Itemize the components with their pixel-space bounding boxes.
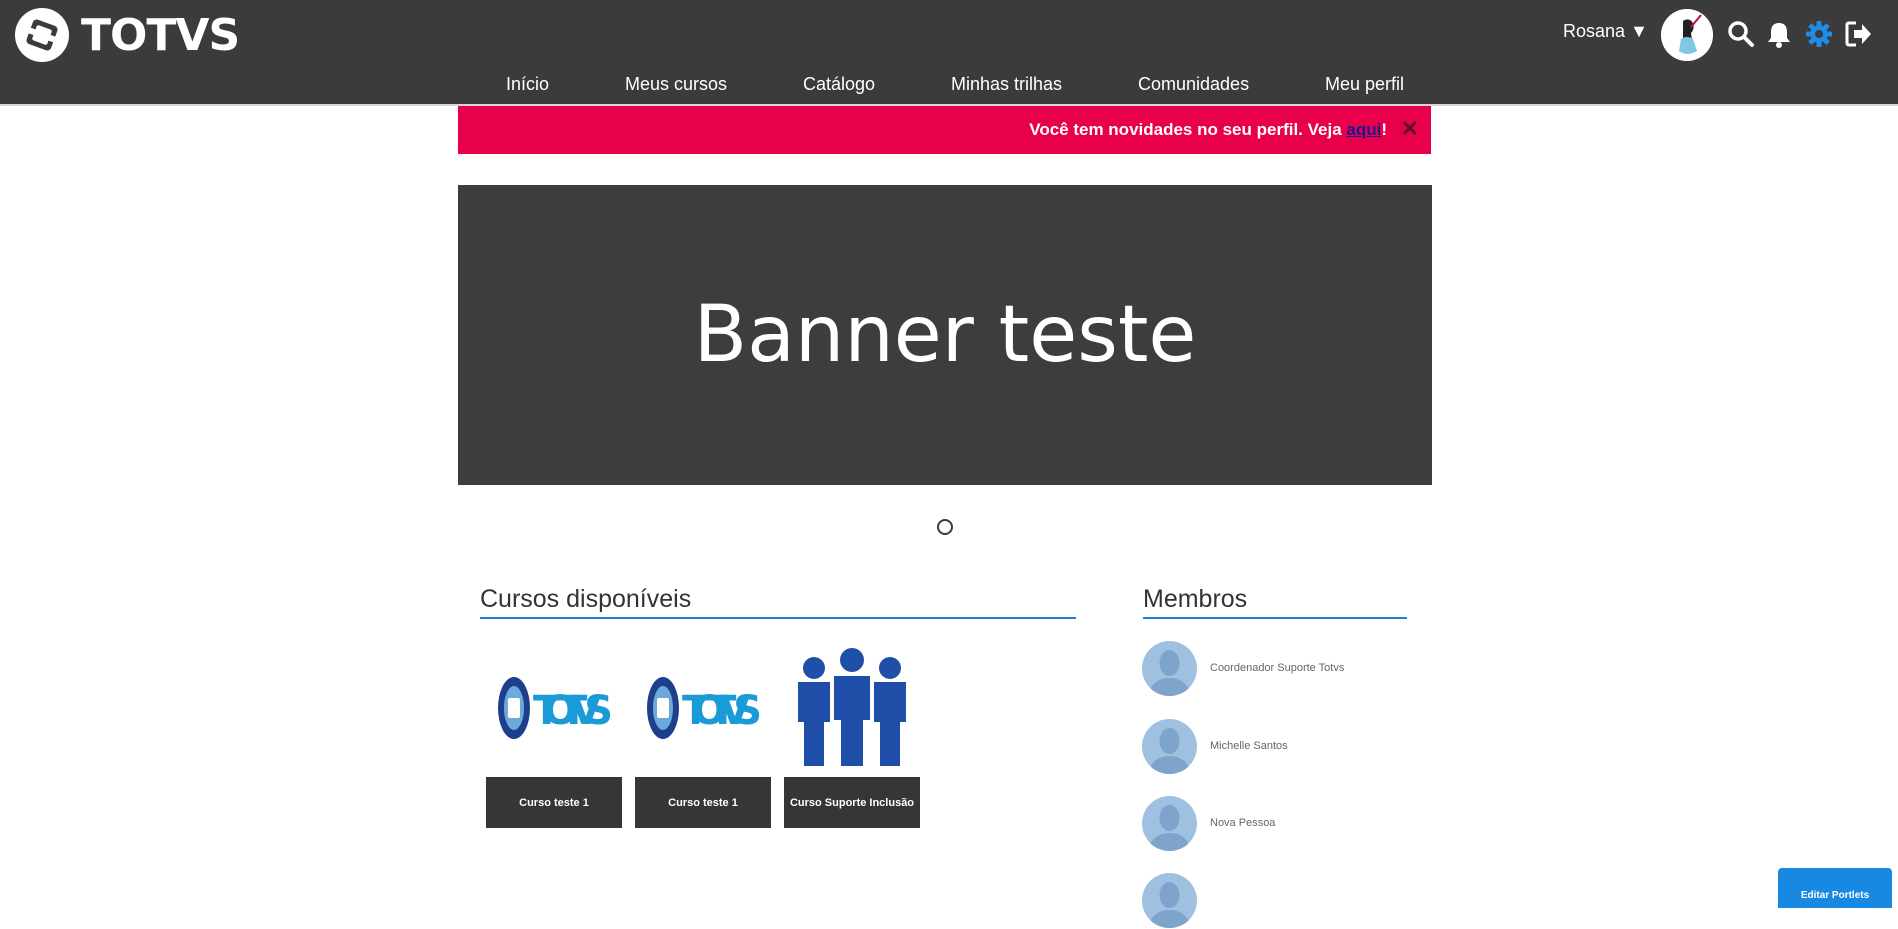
chevron-down-icon: ▼ bbox=[1630, 21, 1648, 41]
members-section-title: Membros bbox=[1143, 585, 1248, 613]
carousel-dot[interactable] bbox=[937, 519, 953, 535]
course-card[interactable]: TOTVS Curso teste 1 bbox=[486, 646, 622, 828]
avatar[interactable] bbox=[1142, 719, 1197, 774]
courses-section-divider bbox=[480, 617, 1076, 619]
person-silhouette-icon bbox=[1148, 728, 1191, 774]
nav-item-inicio[interactable]: Início bbox=[506, 74, 549, 95]
avatar[interactable] bbox=[1142, 873, 1197, 928]
avatar-illustration bbox=[1661, 9, 1713, 61]
notification-banner: Você tem novidades no seu perfil. Veja a… bbox=[458, 106, 1431, 154]
avatar[interactable] bbox=[1142, 796, 1197, 851]
person-silhouette-icon bbox=[1148, 805, 1191, 851]
svg-text:TOTVS: TOTVS bbox=[533, 688, 613, 734]
notification-suffix: ! bbox=[1381, 120, 1387, 139]
course-title-button[interactable]: Curso teste 1 bbox=[486, 777, 622, 828]
member-name[interactable]: Michelle Santos bbox=[1210, 740, 1288, 752]
notification-link[interactable]: aqui bbox=[1346, 120, 1381, 139]
search-icon[interactable] bbox=[1727, 20, 1755, 48]
user-name: Rosana bbox=[1563, 21, 1626, 41]
nav-item-meus-cursos[interactable]: Meus cursos bbox=[625, 74, 727, 95]
member-item[interactable]: Michelle Santos bbox=[1142, 719, 1402, 775]
notification-text: Você tem novidades no seu perfil. Veja a… bbox=[1029, 120, 1387, 140]
nav-item-comunidades[interactable]: Comunidades bbox=[1138, 74, 1249, 95]
totvs-logo-icon bbox=[15, 8, 69, 62]
person-silhouette-icon bbox=[1148, 650, 1191, 696]
hero-banner[interactable]: Banner teste bbox=[458, 185, 1432, 485]
people-group-icon bbox=[784, 646, 920, 770]
notification-message: Você tem novidades no seu perfil. Veja bbox=[1029, 120, 1347, 139]
nav-item-minhas-trilhas[interactable]: Minhas trilhas bbox=[951, 74, 1062, 95]
top-bar: TOTVS Rosana ▼ Início Meus cursos Catálo… bbox=[0, 0, 1898, 106]
user-menu[interactable]: Rosana ▼ bbox=[1563, 21, 1648, 42]
svg-text:TOTVS: TOTVS bbox=[682, 688, 762, 734]
gear-icon[interactable] bbox=[1805, 20, 1833, 48]
course-title-button[interactable]: Curso teste 1 bbox=[635, 777, 771, 828]
courses-section-title: Cursos disponíveis bbox=[480, 585, 692, 613]
main-nav: Início Meus cursos Catálogo Minhas trilh… bbox=[0, 74, 1898, 96]
totvs-logo-icon: TOTVS bbox=[635, 646, 771, 770]
user-avatar[interactable] bbox=[1661, 9, 1713, 61]
person-silhouette-icon bbox=[1148, 882, 1191, 928]
member-name[interactable]: Nova Pessoa bbox=[1210, 817, 1275, 829]
avatar[interactable] bbox=[1142, 641, 1197, 696]
member-item[interactable]: Nova Pessoa bbox=[1142, 796, 1402, 852]
course-card[interactable]: TOTVS Curso teste 1 bbox=[635, 646, 771, 828]
member-item[interactable] bbox=[1142, 873, 1402, 929]
close-icon[interactable]: ✕ bbox=[1401, 118, 1419, 140]
nav-item-meu-perfil[interactable]: Meu perfil bbox=[1325, 74, 1404, 95]
banner-title: Banner teste bbox=[693, 290, 1197, 380]
logout-icon[interactable] bbox=[1845, 20, 1873, 48]
member-item[interactable]: Coordenador Suporte Totvs bbox=[1142, 641, 1402, 697]
brand-logo[interactable]: TOTVS bbox=[15, 8, 240, 62]
bell-icon[interactable] bbox=[1765, 20, 1793, 48]
totvs-logo-icon: TOTVS bbox=[486, 646, 622, 770]
member-name[interactable]: Coordenador Suporte Totvs bbox=[1210, 662, 1344, 674]
nav-item-catalogo[interactable]: Catálogo bbox=[803, 74, 875, 95]
members-section-divider bbox=[1143, 617, 1407, 619]
edit-portlets-button[interactable]: Editar Portlets bbox=[1778, 868, 1892, 908]
course-card[interactable]: Curso Suporte Inclusão bbox=[784, 646, 920, 828]
course-title-button[interactable]: Curso Suporte Inclusão bbox=[784, 777, 920, 828]
brand-name: TOTVS bbox=[81, 9, 240, 61]
